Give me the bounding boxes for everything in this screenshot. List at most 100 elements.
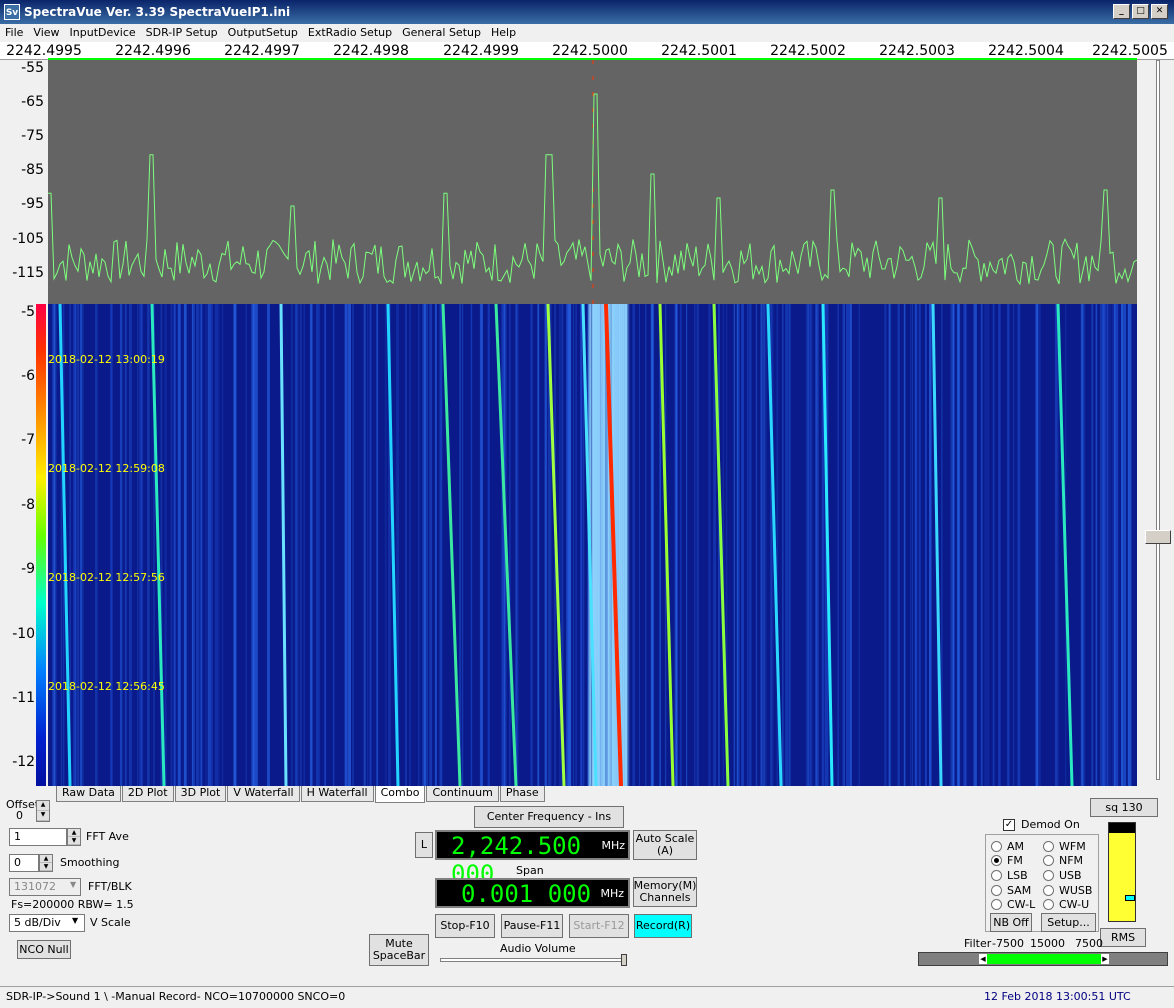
filter-slider[interactable]: ◀ ▶ [918,952,1168,966]
pause-button[interactable]: Pause-F11 [501,914,563,938]
mode-fm[interactable]: FM [991,854,1023,867]
start-button[interactable]: Start-F12 [569,914,629,938]
l-button[interactable]: L [415,832,433,858]
menu-view[interactable]: View [28,24,64,42]
noise-streak [199,304,201,786]
mode-usb[interactable]: USB [1043,869,1082,882]
status-text: SDR-IP->Sound 1 \ -Manual Record- NCO=10… [6,990,346,1003]
fft-ave-input[interactable]: 1 [9,828,67,846]
filter-width-value: 15000 [1030,937,1065,950]
mode-wusb[interactable]: WUSB [1043,884,1092,897]
menu-extradio-setup[interactable]: ExtRadio Setup [303,24,397,42]
tab-h-waterfall[interactable]: H Waterfall [300,786,374,802]
tab-v-waterfall[interactable]: V Waterfall [227,786,300,802]
spectrum-plot[interactable] [48,58,1137,304]
noise-streak [183,304,187,786]
mode-sam[interactable]: SAM [991,884,1031,897]
menu-file[interactable]: File [0,24,28,42]
nco-null-button[interactable]: NCO Null [17,940,71,959]
menu-help[interactable]: Help [486,24,521,42]
close-button[interactable]: ✕ [1151,4,1168,19]
noise-streak [207,304,210,786]
noise-streak [722,304,724,786]
menu-general-setup[interactable]: General Setup [397,24,486,42]
span-label: Span [516,864,544,877]
fft-ave-spinner[interactable]: ▲ ▼ [67,828,81,846]
fft-blk-label: FFT/BLK [88,880,132,893]
tab-combo[interactable]: Combo [374,786,426,803]
tab-continuum[interactable]: Continuum [426,786,499,802]
maximize-button[interactable]: □ [1132,4,1149,19]
mode-wfm[interactable]: WFM [1043,840,1086,853]
tab-phase[interactable]: Phase [499,786,545,802]
mode-am[interactable]: AM [991,840,1024,853]
mode-cw-u[interactable]: CW-U [1043,898,1089,911]
record-button[interactable]: Record(R) [634,914,692,938]
noise-streak [544,304,547,786]
reference-level-slider[interactable] [1145,60,1171,780]
nb-off-button[interactable]: NB Off [990,913,1032,932]
mode-lsb[interactable]: LSB [991,869,1028,882]
noise-streak [992,304,995,786]
mode-nfm[interactable]: NFM [1043,854,1083,867]
signal-trace [1056,304,1074,786]
waterfall-timestamp: 2018-02-12 12:59:08 [48,462,165,475]
status-datetime: 12 Feb 2018 13:00:51 UTC [984,990,1131,1003]
rms-button[interactable]: RMS [1100,928,1146,947]
noise-streak [686,304,688,786]
noise-streak [178,304,181,786]
stop-button[interactable]: Stop-F10 [435,914,495,938]
noise-streak [748,304,752,786]
slider-thumb[interactable] [1145,530,1171,544]
noise-streak [125,304,127,786]
noise-streak [987,304,990,786]
noise-streak [903,304,906,786]
offset-spinner[interactable]: ▲ ▼ [36,800,50,822]
noise-streak [1055,304,1057,786]
noise-streak [462,304,464,786]
radio-selected-icon [991,855,1002,866]
view-tabs: Raw Data 2D Plot 3D Plot V Waterfall H W… [56,786,546,803]
squelch-button[interactable]: sq 130 [1090,798,1158,817]
waterfall-plot[interactable] [48,304,1137,786]
menu-sdr-ip-setup[interactable]: SDR-IP Setup [141,24,223,42]
mute-button[interactable]: Mute SpaceBar [369,934,429,966]
noise-streak [956,304,960,786]
tab-2d-plot[interactable]: 2D Plot [121,786,174,802]
noise-streak [80,304,83,786]
smoothing-input[interactable]: 0 [9,854,39,872]
span-display[interactable]: 0.001 000 MHz [435,878,630,908]
tab-3d-plot[interactable]: 3D Plot [174,786,227,802]
noise-streak [849,304,852,786]
noise-streak [459,304,462,786]
noise-streak [205,304,207,786]
noise-streak [696,304,699,786]
audio-volume-thumb[interactable] [621,954,627,966]
smoothing-spinner[interactable]: ▲ ▼ [39,854,53,872]
noise-streak [191,304,194,786]
mode-cw-l[interactable]: CW-L [991,898,1035,911]
noise-streak [470,304,473,786]
audio-volume-slider[interactable] [440,954,627,966]
chevron-right-icon[interactable]: ▶ [1101,954,1109,964]
noise-streak [217,304,220,786]
auto-scale-button[interactable]: Auto Scale (A) [633,830,697,860]
frequency-scale-bar [48,58,1137,60]
setup-button[interactable]: Setup... [1041,913,1096,932]
memory-channels-button[interactable]: Memory(M) Channels [633,877,697,907]
span-value: 0.001 000 [461,880,592,908]
center-frequency-display[interactable]: 2,242.500 000 MHz [435,830,630,888]
center-frequency-button[interactable]: Center Frequency - Ins [474,806,624,828]
squelch-marker[interactable] [1125,895,1135,901]
demod-on-checkbox[interactable]: ✓ Demod On [1003,818,1080,831]
noise-streak [740,304,743,786]
minimize-button[interactable]: _ [1113,4,1130,19]
noise-streak [762,304,765,786]
filter-passband[interactable] [987,954,1101,964]
chevron-left-icon[interactable]: ◀ [979,954,987,964]
carrier-sideband [603,304,606,786]
noise-streak [973,304,975,786]
tab-raw-data[interactable]: Raw Data [56,786,121,802]
menu-output-setup[interactable]: OutputSetup [223,24,303,42]
menu-input-device[interactable]: InputDevice [65,24,141,42]
